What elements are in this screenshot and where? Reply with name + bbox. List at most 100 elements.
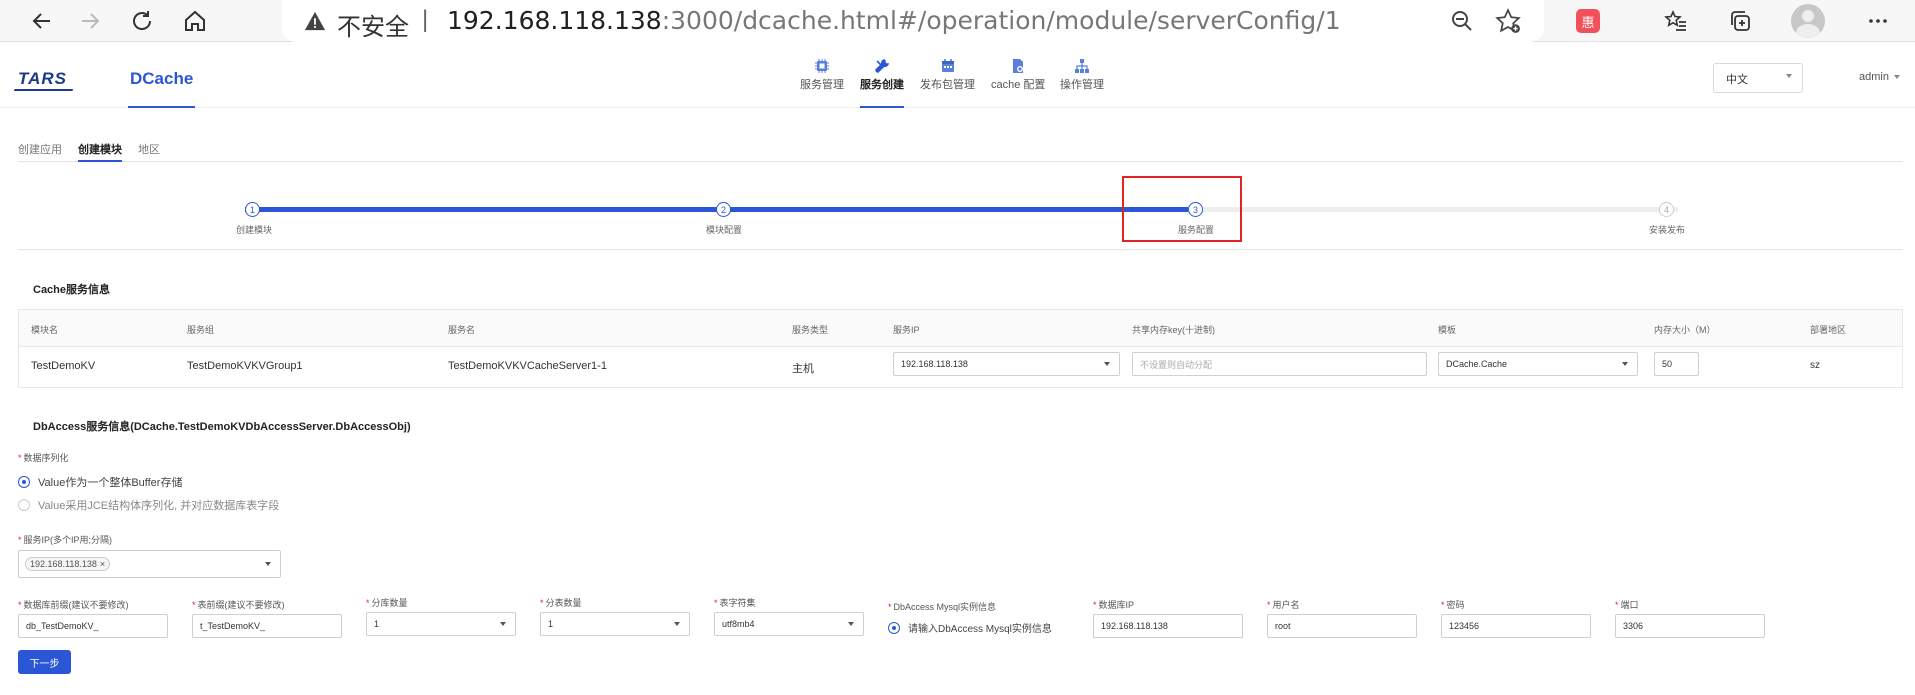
user-menu[interactable]: admin — [1859, 71, 1900, 83]
wrench-icon — [874, 59, 890, 74]
table-count-select[interactable]: 1 — [540, 612, 690, 636]
db-count-select[interactable]: 1 — [366, 612, 516, 636]
mysql-info-option-label: 请输入DbAccess Mysql实例信息 — [908, 624, 1052, 635]
serialize-option-label: Value采用JCE结构体序列化, 并对应数据库表字段 — [38, 500, 280, 512]
dcache-logo[interactable]: DCache — [128, 68, 196, 108]
cache-server-table: 模块名 服务组 服务名 服务类型 服务IP 共享内存key(十进制) 模板 内存… — [18, 309, 1903, 388]
add-favorite-button[interactable] — [1495, 8, 1521, 39]
reload-button[interactable] — [124, 3, 160, 39]
nav-operation-management[interactable]: 操作管理 — [1060, 58, 1104, 108]
column-header: 服务IP — [893, 325, 920, 335]
user-name: admin — [1859, 71, 1889, 83]
port-label: * 端口 — [1615, 600, 1639, 610]
tars-logo[interactable]: TARS — [18, 69, 67, 89]
document-gear-icon — [1013, 59, 1024, 73]
more-button[interactable] — [1860, 3, 1896, 39]
nav-label: cache 配置 — [991, 79, 1046, 91]
charset-select[interactable]: utf8mb4 — [714, 612, 864, 636]
service-ip-label: * 服务IP(多个IP用;分隔) — [18, 535, 113, 545]
step-1-circle: 1 — [245, 202, 260, 217]
column-header: 模块名 — [31, 325, 59, 335]
nav-label: 服务创建 — [860, 79, 904, 91]
favorites-button[interactable] — [1658, 3, 1694, 39]
username-label: * 用户名 — [1267, 600, 1300, 610]
nav-label: 服务管理 — [800, 79, 844, 91]
reload-icon — [133, 11, 152, 30]
insecure-label: 不安全 — [337, 13, 409, 41]
table-count-label: * 分表数量 — [540, 598, 582, 608]
steps-progress: 1 创建模块 2 模块配置 3 服务配置 4 安装发布 — [18, 168, 1903, 250]
tab-region[interactable]: 地区 — [138, 141, 160, 162]
tab-create-module[interactable]: 创建模块 — [78, 141, 122, 162]
browser-toolbar: 不安全 | 192.168.118.138:3000/dcache.html#/… — [0, 0, 1915, 42]
chevron-down-icon — [1104, 362, 1110, 366]
db-prefix-value: db_TestDemoKV_ — [26, 621, 99, 631]
table-prefix-label: * 表前缀(建议不要修改) — [192, 600, 285, 610]
cell-region: sz — [1810, 360, 1820, 371]
db-ip-input[interactable]: 192.168.118.138 — [1093, 614, 1243, 638]
forward-button[interactable] — [72, 3, 108, 39]
password-input[interactable]: 123456 — [1441, 614, 1591, 638]
step-line-todo — [1188, 207, 1678, 212]
collections-icon — [1731, 11, 1750, 31]
close-icon[interactable]: × — [100, 559, 105, 569]
service-ip-multiselect[interactable]: 192.168.118.138 × — [18, 550, 281, 578]
db-prefix-input[interactable]: db_TestDemoKV_ — [18, 614, 168, 638]
collections-button[interactable] — [1722, 3, 1758, 39]
zoom-button[interactable] — [1450, 9, 1474, 38]
radio-unselected[interactable] — [18, 499, 30, 511]
column-header: 模板 — [1438, 325, 1457, 335]
nav-cache-config[interactable]: cache 配置 — [991, 58, 1045, 108]
next-step-button[interactable]: 下一步 — [18, 650, 71, 674]
back-button[interactable] — [24, 3, 60, 39]
language-select[interactable]: 中文 — [1713, 63, 1803, 93]
radio-selected[interactable] — [18, 476, 30, 488]
table-prefix-input[interactable]: t_TestDemoKV_ — [192, 614, 342, 638]
ip-tag: 192.168.118.138 × — [25, 557, 111, 571]
table-count-value: 1 — [548, 619, 554, 629]
column-header: 部署地区 — [1810, 325, 1847, 335]
mysql-info-label: * DbAccess Mysql实例信息 — [888, 602, 997, 612]
dcache-logo-text: DCache — [130, 69, 194, 88]
serialize-option-buffer[interactable]: Value作为一个整体Buffer存储 — [18, 474, 182, 490]
cell-group: TestDemoKVKVGroup1 — [187, 360, 303, 372]
mysql-info-option[interactable]: 请输入DbAccess Mysql实例信息 — [888, 620, 1052, 635]
radio-selected[interactable] — [888, 621, 900, 634]
nav-service-creation[interactable]: 服务创建 — [860, 58, 904, 108]
more-dots-icon — [1869, 19, 1887, 23]
column-header: 服务名 — [448, 325, 476, 335]
warning-icon — [304, 11, 326, 31]
cell-server: TestDemoKVKVCacheServer1-1 — [448, 360, 607, 372]
username-input[interactable]: root — [1267, 614, 1417, 638]
port-input[interactable]: 3306 — [1615, 614, 1765, 638]
chevron-down-icon — [265, 562, 271, 566]
memory-size-input[interactable]: 50 — [1654, 352, 1699, 376]
url-path: :3000/dcache.html#/operation/module/serv… — [661, 6, 1341, 35]
server-ip-select[interactable]: 192.168.118.138 — [893, 352, 1120, 376]
step-4-label: 安装发布 — [1648, 225, 1686, 235]
extension-button[interactable]: 惠 — [1570, 3, 1606, 39]
step-4-circle: 4 — [1659, 202, 1674, 217]
chevron-down-icon — [500, 622, 506, 626]
url-host: 192.168.118.138 — [447, 6, 662, 35]
address-bar[interactable]: 不安全 | 192.168.118.138:3000/dcache.html#/… — [282, 0, 1544, 42]
tab-create-app[interactable]: 创建应用 — [18, 141, 62, 162]
charset-label: * 表字符集 — [714, 598, 756, 608]
chevron-down-icon — [674, 622, 680, 626]
db-ip-label: * 数据库IP — [1093, 600, 1135, 610]
template-value: DCache.Cache — [1446, 359, 1508, 369]
template-select[interactable]: DCache.Cache — [1438, 352, 1638, 376]
nav-package-management[interactable]: 发布包管理 — [920, 58, 975, 108]
arrow-right-icon — [82, 13, 100, 29]
profile-button[interactable] — [1790, 3, 1826, 39]
extension-icon: 惠 — [1576, 9, 1600, 33]
org-chart-icon — [1075, 59, 1089, 73]
chevron-down-icon — [1786, 74, 1792, 78]
shm-key-input[interactable]: 不设置则自动分配 — [1132, 352, 1427, 376]
sub-tabs: 创建应用 创建模块 地区 — [18, 134, 1903, 162]
db-count-label: * 分库数量 — [366, 598, 408, 608]
cell-type: 主机 — [792, 363, 814, 375]
serialize-option-jce[interactable]: Value采用JCE结构体序列化, 并对应数据库表字段 — [18, 497, 279, 513]
home-button[interactable] — [177, 3, 213, 39]
nav-service-management[interactable]: 服务管理 — [800, 58, 844, 108]
